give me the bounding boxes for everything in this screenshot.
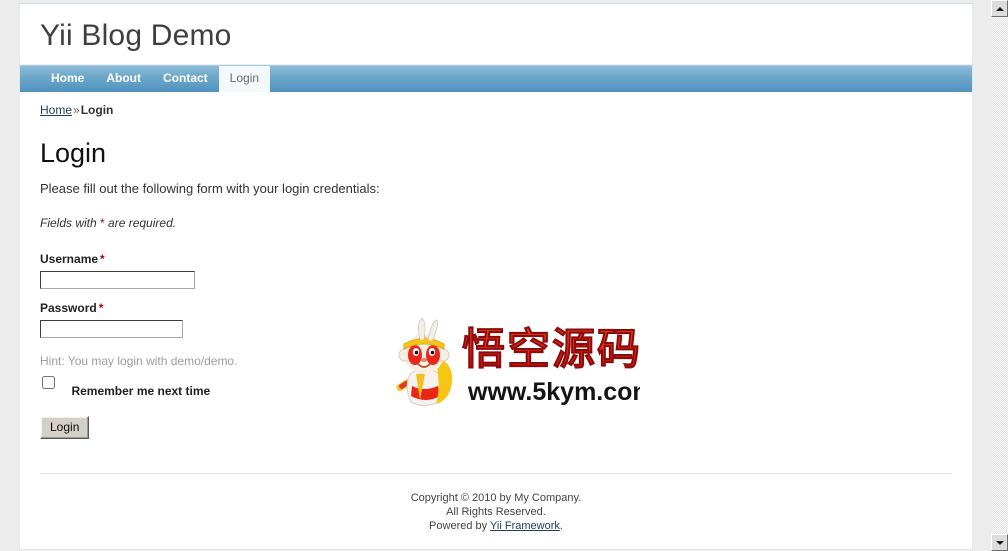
menu-link-about[interactable]: About	[95, 66, 152, 92]
username-input[interactable]	[40, 271, 195, 290]
page-intro-text: Please fill out the following form with …	[40, 181, 380, 197]
username-label-text: Username	[40, 252, 99, 267]
breadcrumb-link-home[interactable]: Home	[40, 103, 72, 117]
site-logo: Yii Blog Demo	[40, 19, 232, 52]
form-buttons: Login	[40, 416, 952, 440]
scrollbar-up-button[interactable]	[991, 0, 1008, 17]
menu-link-contact[interactable]: Contact	[152, 66, 219, 92]
menu-item-login[interactable]: Login	[218, 65, 271, 92]
vertical-scrollbar[interactable]	[991, 0, 1008, 551]
required-fields-note: Fields with * are required.	[40, 216, 952, 230]
password-required-asterisk-icon: *	[98, 301, 104, 316]
page-container: Yii Blog Demo Home About Contact Login H…	[19, 3, 973, 551]
footer-yii-link[interactable]: Yii Framework	[490, 520, 560, 532]
password-label-text: Password	[40, 301, 97, 316]
triangle-up-icon	[995, 6, 1004, 11]
page-title: Login	[40, 137, 107, 168]
main-navigation: Home About Contact Login	[20, 64, 972, 92]
menu-link-home[interactable]: Home	[40, 66, 95, 92]
main-menu-list: Home About Contact Login	[20, 65, 972, 92]
breadcrumb-separator: »	[73, 102, 80, 117]
login-form: Username * Password * Hint: You may login …	[40, 252, 952, 440]
footer-copyright: Copyright © 2010 by My Company.	[410, 492, 582, 505]
remember-me-label[interactable]: Remember me next time	[71, 384, 210, 398]
password-input[interactable]	[40, 320, 183, 339]
menu-link-login[interactable]: Login	[218, 65, 271, 92]
password-label: Password *	[40, 301, 952, 315]
content-wrapper: Home»Login Login Please fill out the fol…	[20, 92, 972, 440]
scrollbar-track[interactable]	[991, 17, 1008, 534]
note-suffix: are required.	[104, 216, 177, 231]
login-button[interactable]: Login	[40, 416, 90, 440]
form-row-password: Password *	[40, 301, 952, 339]
breadcrumb: Home»Login	[40, 92, 952, 117]
form-row-username: Username *	[40, 252, 952, 290]
remember-me-checkbox[interactable]	[42, 376, 55, 390]
footer-powered-prefix: Powered by	[429, 520, 490, 533]
site-footer: Copyright © 2010 by My Company. All Righ…	[40, 473, 952, 549]
username-label: Username *	[40, 252, 952, 266]
menu-item-contact[interactable]: Contact	[152, 66, 219, 92]
login-hint-text: Hint: You may login with demo/demo.	[40, 354, 238, 369]
browser-viewport: Yii Blog Demo Home About Contact Login H…	[0, 0, 991, 551]
breadcrumb-current: Login	[80, 102, 114, 117]
footer-powered-by: Powered by Yii Framework.	[40, 519, 952, 533]
triangle-down-icon	[995, 540, 1004, 545]
footer-powered-suffix: .	[559, 520, 563, 533]
footer-rights: All Rights Reserved.	[446, 506, 546, 519]
menu-item-home[interactable]: Home	[40, 66, 95, 92]
site-header: Yii Blog Demo	[20, 4, 972, 65]
menu-item-about[interactable]: About	[95, 66, 152, 92]
scrollbar-down-button[interactable]	[991, 534, 1008, 551]
username-required-asterisk-icon: *	[100, 252, 105, 267]
note-prefix: Fields with	[40, 216, 101, 231]
form-row-remember-me: Remember me next time	[40, 376, 952, 400]
